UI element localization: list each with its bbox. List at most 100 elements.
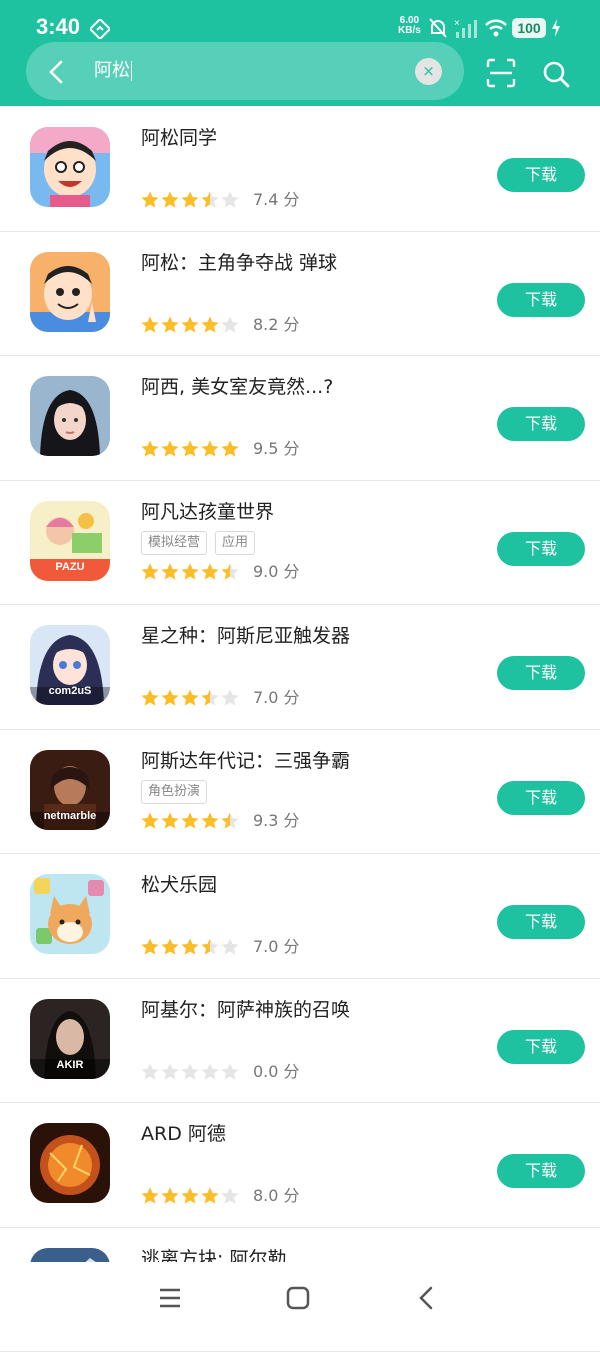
app-row[interactable]: AKIR 阿基尔：阿萨神族的召唤 0.0 分 下载 (0, 978, 600, 1104)
rating-score: 0.0 分 (253, 1062, 300, 1082)
rating-score: 8.0 分 (253, 1186, 300, 1206)
app-name[interactable]: 阿凡达孩童世界 (141, 500, 274, 524)
star-icon (160, 562, 180, 582)
anime-girl-icon[interactable]: com2uS (30, 625, 110, 705)
download-button[interactable]: 下载 (497, 1030, 585, 1064)
star-icon (180, 190, 200, 210)
download-button[interactable]: 下载 (497, 283, 585, 317)
warrior-icon[interactable]: netmarble (30, 750, 110, 830)
rating-score: 8.2 分 (253, 315, 300, 335)
menu-icon[interactable] (158, 1287, 182, 1309)
planet-fire-icon[interactable] (30, 1123, 110, 1203)
star-icon (220, 1186, 240, 1206)
star-icon (160, 811, 180, 831)
app-row[interactable]: ARD 阿德 8.0 分 下载 (0, 1102, 600, 1228)
search-input[interactable]: 阿松 (94, 58, 132, 84)
network-speed-unit: KB/s (398, 26, 421, 36)
star-icon (140, 688, 160, 708)
star-icon (200, 439, 220, 459)
star-icon (180, 439, 200, 459)
star-icon (180, 937, 200, 957)
app-name[interactable]: 阿斯达年代记：三强争霸 (141, 749, 350, 773)
download-button[interactable]: 下载 (497, 1154, 585, 1188)
star-icon (200, 1062, 220, 1082)
shiba-dog-icon[interactable] (30, 874, 110, 954)
star-icon (220, 190, 240, 210)
rating-stars (140, 688, 240, 708)
rating-stars (140, 937, 240, 957)
star-icon (140, 562, 160, 582)
text-cursor (131, 61, 132, 81)
star-icon (160, 688, 180, 708)
download-button[interactable]: 下载 (497, 905, 585, 939)
app-row[interactable]: 阿松同学 7.4 分 下载 (0, 106, 600, 232)
search-bar[interactable] (26, 42, 464, 100)
app-row[interactable]: 阿西, 美女室友竟然...?9.5 分下载 (0, 355, 600, 481)
download-button[interactable]: 下载 (497, 158, 585, 192)
cartoon-boy-icon[interactable] (30, 127, 110, 207)
star-icon (200, 688, 220, 708)
star-icon (200, 562, 220, 582)
back-nav-icon[interactable] (416, 1286, 436, 1310)
star-icon (220, 811, 240, 831)
app-row[interactable]: netmarble阿斯达年代记：三强争霸角色扮演9.3 分下载 (0, 729, 600, 855)
download-button[interactable]: 下载 (497, 532, 585, 566)
rating-stars (140, 1062, 240, 1082)
download-button[interactable]: 下载 (497, 781, 585, 815)
signal-icon: × (454, 17, 478, 39)
star-icon (160, 190, 180, 210)
charging-icon (550, 17, 562, 39)
star-icon (140, 315, 160, 335)
app-name[interactable]: 阿西, 美女室友竟然...? (141, 375, 333, 399)
app-name[interactable]: ARD 阿德 (141, 1122, 226, 1146)
app-row[interactable]: 阿松：主角争夺战 弹球 8.2 分 下载 (0, 231, 600, 357)
pazu-kids-icon[interactable]: PAZU (30, 501, 110, 581)
girl-portrait-icon[interactable] (30, 376, 110, 456)
app-name[interactable]: 松犬乐园 (141, 873, 217, 897)
app-row[interactable]: PAZU阿凡达孩童世界模拟经营应用9.0 分下载 (0, 480, 600, 606)
mute-bell-icon (428, 17, 448, 39)
akir-warrior-icon[interactable]: AKIR (30, 999, 110, 1079)
app-name[interactable]: 阿松同学 (141, 126, 217, 150)
status-time: 3:40 (36, 14, 80, 40)
app-name[interactable]: 阿基尔：阿萨神族的召唤 (141, 998, 350, 1022)
rating-stars (140, 811, 240, 831)
star-icon (180, 1062, 200, 1082)
star-icon (220, 315, 240, 335)
star-icon (180, 811, 200, 831)
back-arrow-icon[interactable] (44, 58, 70, 86)
rating-score: 7.0 分 (253, 937, 300, 957)
download-button[interactable]: 下载 (497, 407, 585, 441)
app-name[interactable]: 阿松：主角争夺战 弹球 (141, 251, 337, 275)
battery-level: 100 (512, 18, 546, 38)
rating-score: 7.4 分 (253, 190, 300, 210)
star-icon (220, 439, 240, 459)
icon-brand-text: PAZU (30, 561, 110, 573)
app-row[interactable]: com2uS星之种：阿斯尼亚触发器7.0 分下载 (0, 604, 600, 730)
star-icon (180, 1186, 200, 1206)
download-button[interactable]: 下载 (497, 656, 585, 690)
icon-brand-text: netmarble (30, 810, 110, 822)
app-name[interactable]: 星之种：阿斯尼亚触发器 (141, 624, 350, 648)
search-query-text: 阿松 (94, 60, 130, 81)
star-icon (140, 1186, 160, 1206)
rating-stars (140, 439, 240, 459)
home-icon[interactable] (286, 1286, 310, 1310)
app-row[interactable]: 松犬乐园 7.0 分 下载 (0, 853, 600, 979)
search-icon[interactable] (542, 60, 570, 88)
status-bar: 3:40 6.00 KB/s × 100 (0, 0, 600, 48)
star-icon (160, 1186, 180, 1206)
clear-search-button[interactable] (415, 58, 442, 85)
star-icon (140, 811, 160, 831)
wifi-icon (484, 17, 508, 39)
rating-score: 9.0 分 (253, 562, 300, 582)
rating-score: 9.3 分 (253, 811, 300, 831)
star-icon (180, 315, 200, 335)
star-icon (220, 937, 240, 957)
cartoon-boy-peace-icon[interactable] (30, 252, 110, 332)
star-icon (220, 562, 240, 582)
rating-stars (140, 562, 240, 582)
scan-icon[interactable] (486, 58, 516, 88)
system-navigation-bar (0, 1262, 600, 1333)
star-icon (160, 439, 180, 459)
